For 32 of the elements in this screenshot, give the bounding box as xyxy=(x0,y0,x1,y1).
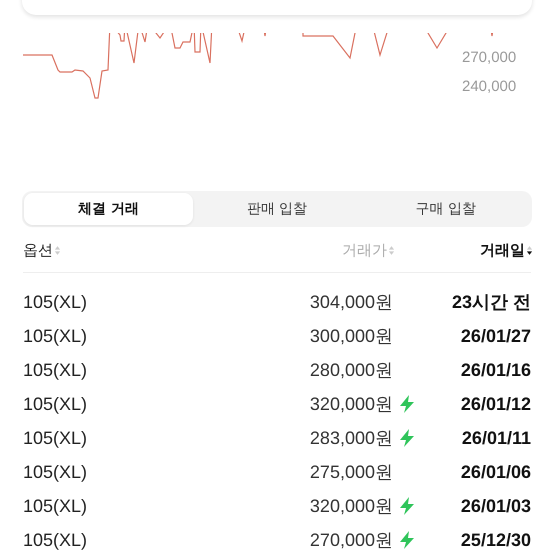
column-header[interactable]: 옵션 xyxy=(23,241,53,260)
table-cell-text: 25/12/30 xyxy=(460,530,531,550)
column-header[interactable]: 거래일 xyxy=(480,241,525,260)
table-cell-text: 26/01/06 xyxy=(460,462,531,482)
table-cell-text: 26/01/11 xyxy=(460,428,531,448)
table-cell-text: 105(XL) xyxy=(23,292,88,312)
table-cell-text: 105(XL) xyxy=(23,428,88,448)
table-cell-text: 105(XL) xyxy=(23,462,88,482)
axis-label: 270,000 xyxy=(462,49,516,67)
table-cell-text: 23시간 전 xyxy=(450,291,531,314)
table-cell-text: 26/01/16 xyxy=(460,360,531,380)
axis-label: 240,000 xyxy=(462,78,516,96)
tab[interactable]: 체결 거래 xyxy=(24,193,193,225)
table-cell-text: 26/01/03 xyxy=(460,496,531,516)
table-cell-text: 320,000원 xyxy=(310,393,393,416)
table-cell-text: 275,000원 xyxy=(310,461,393,484)
table-cell-text: 283,000원 xyxy=(310,427,393,450)
tab[interactable]: 판매 입찰 xyxy=(192,193,362,225)
table-cell-text: 105(XL) xyxy=(23,360,88,380)
table-cell-text: 26/01/12 xyxy=(460,394,531,414)
table-cell-text: 105(XL) xyxy=(23,530,88,550)
sort-icon[interactable] xyxy=(526,245,533,256)
table-cell-text: 300,000원 xyxy=(310,325,393,348)
table-cell-text: 105(XL) xyxy=(23,394,88,414)
table-cell-text: 105(XL) xyxy=(23,326,88,346)
table-cell-text: 320,000원 xyxy=(310,495,393,518)
table-cell-text: 280,000원 xyxy=(310,359,393,382)
table-cell-text: 105(XL) xyxy=(23,496,88,516)
tab[interactable]: 구매 입찰 xyxy=(361,193,530,225)
table-cell-text: 26/01/27 xyxy=(460,326,531,346)
table-cell-text: 304,000원 xyxy=(310,291,393,314)
table-cell-text: 270,000원 xyxy=(310,529,393,552)
